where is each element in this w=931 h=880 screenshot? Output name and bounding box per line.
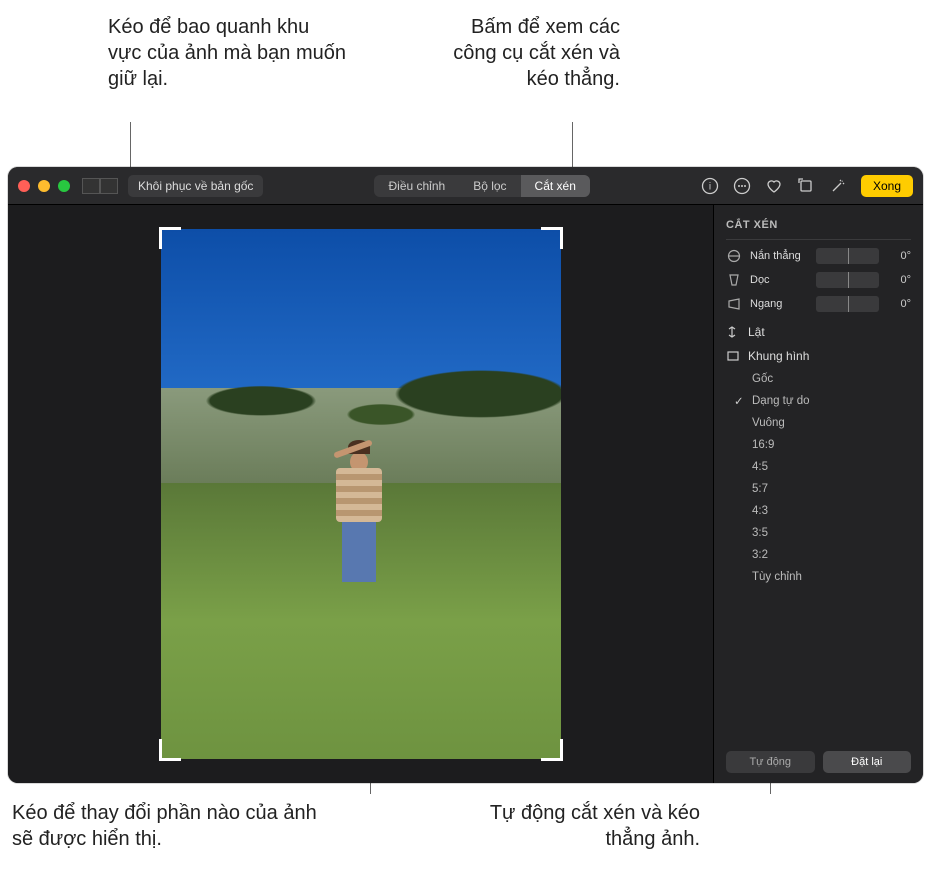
slider-label: Dọc: [750, 274, 808, 286]
svg-text:i: i: [709, 181, 711, 192]
sidebar-footer: Tự động Đặt lại: [726, 741, 911, 773]
aspect-header-label: Khung hình: [748, 349, 809, 363]
favorite-icon[interactable]: [765, 177, 783, 195]
slider-label: Nắn thẳng: [750, 250, 808, 262]
aspect-option[interactable]: Vuông: [726, 412, 911, 434]
aspect-option[interactable]: 16:9: [726, 434, 911, 456]
straighten-icon: [726, 248, 742, 264]
auto-enhance-icon[interactable]: [829, 177, 847, 195]
vertical-perspective-icon: [726, 272, 742, 288]
info-icon[interactable]: i: [701, 177, 719, 195]
revert-button[interactable]: Khôi phục về bản gốc: [128, 175, 263, 197]
aspect-option[interactable]: 4:5: [726, 456, 911, 478]
callout-bottom-left: Kéo để thay đổi phần nào của ảnh sẽ được…: [12, 800, 332, 852]
slider-vertical[interactable]: Dọc 0°: [726, 272, 911, 288]
tab-adjust[interactable]: Điều chỉnh: [374, 175, 459, 197]
slider-track[interactable]: [816, 272, 879, 288]
slider-value: 0°: [887, 250, 911, 262]
slider-label: Ngang: [750, 298, 808, 310]
reset-crop-button[interactable]: Đặt lại: [823, 751, 912, 773]
aspect-option[interactable]: Dạng tự do: [726, 390, 911, 412]
aspect-option[interactable]: 4:3: [726, 500, 911, 522]
flip-icon: [726, 325, 740, 339]
aspect-option[interactable]: 3:5: [726, 522, 911, 544]
aspect-list: GốcDạng tự doVuông16:94:55:74:33:53:2Tùy…: [726, 368, 911, 588]
view-toggle[interactable]: [82, 178, 118, 194]
tab-filters[interactable]: Bộ lọc: [459, 175, 520, 197]
aspect-header: Khung hình: [726, 344, 911, 368]
crop-handle-tr[interactable]: [541, 227, 563, 249]
aspect-option[interactable]: Gốc: [726, 368, 911, 390]
edit-mode-tabs: Điều chỉnh Bộ lọc Cắt xén: [374, 175, 589, 197]
slider-value: 0°: [887, 274, 911, 286]
window-controls: [18, 180, 70, 192]
content-area: CẮT XÉN Nắn thẳng 0° Dọc 0° Ngang 0°: [8, 205, 923, 783]
callout-top-left: Kéo để bao quanh khu vực của ảnh mà bạn …: [108, 14, 348, 92]
slider-track[interactable]: [816, 296, 879, 312]
minimize-button[interactable]: [38, 180, 50, 192]
crop-sidebar: CẮT XÉN Nắn thẳng 0° Dọc 0° Ngang 0°: [713, 205, 923, 783]
toolbar-right: i Xong: [701, 175, 913, 197]
callout-top-right: Bấm để xem các công cụ cắt xén và kéo th…: [430, 14, 620, 92]
photo-canvas[interactable]: [8, 205, 713, 783]
sidebar-title: CẮT XÉN: [726, 215, 911, 240]
rotate-icon[interactable]: [797, 177, 815, 195]
close-button[interactable]: [18, 180, 30, 192]
done-button[interactable]: Xong: [861, 175, 913, 197]
tab-crop[interactable]: Cắt xén: [521, 175, 590, 197]
auto-crop-button[interactable]: Tự động: [726, 751, 815, 773]
aspect-option[interactable]: 3:2: [726, 544, 911, 566]
flip-label: Lật: [748, 325, 765, 339]
crop-frame[interactable]: [161, 229, 561, 759]
aspect-option[interactable]: 5:7: [726, 478, 911, 500]
horizontal-perspective-icon: [726, 296, 742, 312]
titlebar: Khôi phục về bản gốc Điều chỉnh Bộ lọc C…: [8, 167, 923, 205]
photos-edit-window: Khôi phục về bản gốc Điều chỉnh Bộ lọc C…: [8, 167, 923, 783]
aspect-icon: [726, 349, 740, 363]
crop-handle-br[interactable]: [541, 739, 563, 761]
slider-track[interactable]: [816, 248, 879, 264]
flip-row[interactable]: Lật: [726, 320, 911, 344]
crop-handle-bl[interactable]: [159, 739, 181, 761]
callout-bottom-right: Tự động cắt xén và kéo thẳng ảnh.: [440, 800, 700, 852]
photo-subject: [329, 452, 389, 602]
slider-straighten[interactable]: Nắn thẳng 0°: [726, 248, 911, 264]
slider-horizontal[interactable]: Ngang 0°: [726, 296, 911, 312]
aspect-option[interactable]: Tùy chỉnh: [726, 566, 911, 588]
crop-handle-tl[interactable]: [159, 227, 181, 249]
maximize-button[interactable]: [58, 180, 70, 192]
slider-value: 0°: [887, 298, 911, 310]
more-icon[interactable]: [733, 177, 751, 195]
